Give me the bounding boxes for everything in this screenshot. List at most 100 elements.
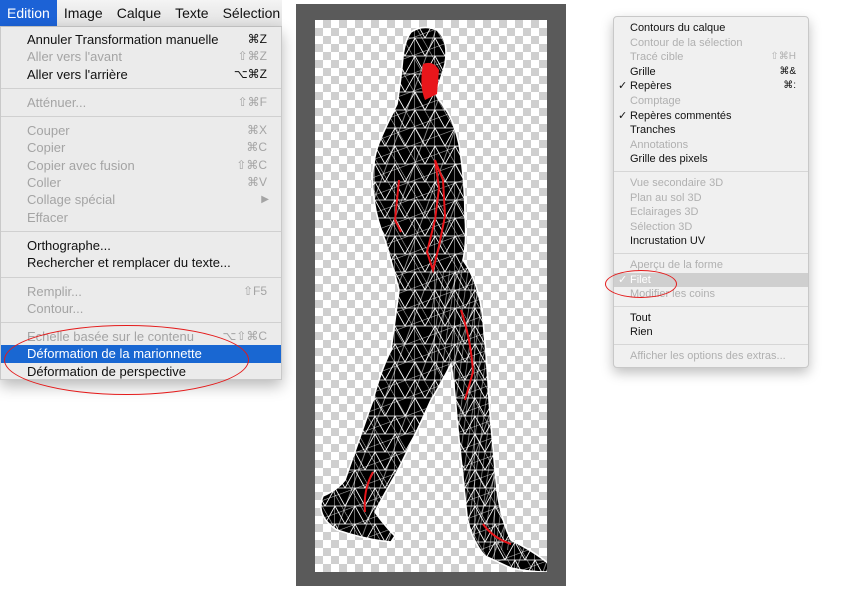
menu-item-label: Rechercher et remplacer du texte... bbox=[27, 255, 231, 271]
menu-edition[interactable]: Edition bbox=[0, 0, 57, 26]
menu-item-label: Annuler Transformation manuelle bbox=[27, 32, 219, 47]
menu-item-label: Copier bbox=[27, 140, 66, 156]
menu-item-cut[interactable]: Couper ⌘X bbox=[1, 122, 281, 139]
menu-texte[interactable]: Texte bbox=[168, 0, 215, 26]
extras-item-grid[interactable]: Grille ⌘& bbox=[614, 65, 808, 80]
shortcut: ⇧⌘F bbox=[237, 94, 267, 109]
separator bbox=[614, 252, 808, 254]
extras-item-show-options[interactable]: Afficher les options des extras... bbox=[614, 349, 808, 364]
separator bbox=[1, 230, 281, 232]
extras-item-target-path[interactable]: Tracé cible ⇧⌘H bbox=[614, 50, 808, 65]
extras-menu-dropdown: Contours du calque Contour de la sélecti… bbox=[613, 16, 809, 368]
menu-item-label: Echelle basée sur le contenu bbox=[27, 329, 194, 345]
extras-item-label: Comptage bbox=[630, 94, 681, 107]
extras-item-3d-selection[interactable]: Sélection 3D bbox=[614, 220, 808, 235]
menu-item-perspective-warp[interactable]: Déformation de perspective bbox=[1, 363, 281, 379]
extras-item-label: Grille bbox=[630, 65, 656, 78]
submenu-arrow-icon: ▶ bbox=[261, 194, 269, 206]
menu-item-copy-merged[interactable]: Copier avec fusion ⇧⌘C bbox=[1, 157, 281, 174]
extras-item-label: Vue secondaire 3D bbox=[630, 176, 724, 189]
extras-item-mesh[interactable]: ✓ Filet bbox=[614, 272, 808, 288]
extras-item-selection-edges[interactable]: Contour de la sélection bbox=[614, 36, 808, 51]
menu-calque[interactable]: Calque bbox=[110, 0, 168, 26]
puppet-mesh-figure bbox=[320, 26, 547, 572]
extras-item-guides[interactable]: ✓ Repères ⌘: bbox=[614, 79, 808, 94]
menu-item-label: Aller vers l'arrière bbox=[27, 66, 128, 82]
extras-item-shape-preview[interactable]: Aperçu de la forme bbox=[614, 258, 808, 273]
edit-menu-dropdown: Annuler Transformation manuelle ⌘Z Aller … bbox=[0, 27, 282, 380]
shortcut: ⇧⌘H bbox=[770, 51, 796, 63]
extras-item-smart-guides[interactable]: ✓ Repères commentés bbox=[614, 109, 808, 124]
menu-item-spelling[interactable]: Orthographe... bbox=[1, 237, 281, 254]
menu-item-label: Déformation de perspective bbox=[27, 363, 186, 379]
shortcut: ⌘& bbox=[779, 65, 796, 77]
menu-item-content-aware-scale[interactable]: Echelle basée sur le contenu ⌥⇧⌘C bbox=[1, 328, 281, 345]
extras-item-3d-ground-plane[interactable]: Plan au sol 3D bbox=[614, 191, 808, 206]
menu-image[interactable]: Image bbox=[57, 0, 110, 26]
shortcut: ⇧F5 bbox=[242, 283, 267, 298]
menu-item-copy[interactable]: Copier ⌘C bbox=[1, 139, 281, 156]
menu-item-label: Coller bbox=[27, 175, 61, 191]
extras-item-label: Sélection 3D bbox=[630, 220, 693, 233]
document-canvas-frame bbox=[296, 4, 566, 586]
extras-item-label: Repères bbox=[630, 80, 672, 93]
shortcut: ⇧⌘Z bbox=[237, 49, 267, 64]
extras-item-3d-secondary-view[interactable]: Vue secondaire 3D bbox=[614, 176, 808, 191]
menu-item-clear[interactable]: Effacer bbox=[1, 209, 281, 226]
extras-item-pixel-grid[interactable]: Grille des pixels bbox=[614, 152, 808, 167]
extras-item-all[interactable]: Tout bbox=[614, 311, 808, 326]
extras-item-label: Contours du calque bbox=[630, 22, 726, 34]
menu-item-paste-special[interactable]: Collage spécial ▶ bbox=[1, 191, 281, 208]
menu-item-label: Aller vers l'avant bbox=[27, 49, 122, 65]
menu-item-label: Collage spécial bbox=[27, 192, 116, 208]
extras-item-label: Incrustation UV bbox=[630, 235, 706, 248]
extras-item-count[interactable]: Comptage bbox=[614, 94, 808, 109]
transparent-canvas[interactable] bbox=[315, 20, 547, 572]
extras-item-label: Tranches bbox=[630, 124, 676, 137]
menu-item-label: Orthographe... bbox=[27, 237, 111, 253]
menu-item-step-backward[interactable]: Aller vers l'arrière ⌥⌘Z bbox=[1, 66, 281, 83]
separator bbox=[614, 343, 808, 345]
shortcut: ⌘: bbox=[783, 80, 796, 92]
separator bbox=[1, 322, 281, 324]
menu-item-label: Remplir... bbox=[27, 283, 82, 299]
extras-item-annotations[interactable]: Annotations bbox=[614, 138, 808, 153]
menu-item-label: Déformation de la marionnette bbox=[27, 346, 202, 362]
checkmark-icon: ✓ bbox=[618, 80, 628, 93]
menu-item-step-forward[interactable]: Aller vers l'avant ⇧⌘Z bbox=[1, 48, 281, 65]
separator bbox=[1, 87, 281, 89]
menu-item-paste[interactable]: Coller ⌘V bbox=[1, 174, 281, 191]
extras-item-edit-corners[interactable]: Modifier les coins bbox=[614, 287, 808, 302]
shortcut: ⌘X bbox=[246, 123, 267, 138]
extras-item-label: Contour de la sélection bbox=[630, 36, 743, 49]
extras-item-label: Annotations bbox=[630, 138, 689, 151]
shortcut: ⌘C bbox=[246, 140, 267, 155]
menu-item-fill[interactable]: Remplir... ⇧F5 bbox=[1, 283, 281, 300]
menu-item-label: Atténuer... bbox=[27, 94, 87, 110]
extras-item-layer-edges[interactable]: Contours du calque bbox=[614, 21, 808, 36]
checkmark-icon: ✓ bbox=[618, 109, 628, 122]
menu-item-puppet-warp[interactable]: Déformation de la marionnette bbox=[1, 345, 281, 363]
menu-item-fade[interactable]: Atténuer... ⇧⌘F bbox=[1, 94, 281, 111]
shortcut: ⌘V bbox=[246, 175, 267, 190]
extras-item-label: Modifier les coins bbox=[630, 288, 715, 301]
extras-item-3d-lights[interactable]: Eclairages 3D bbox=[614, 205, 808, 220]
extras-item-label: Eclairages 3D bbox=[630, 206, 699, 219]
shortcut: ⌥⌘Z bbox=[233, 66, 267, 81]
menu-selection[interactable]: Sélection bbox=[216, 0, 282, 26]
menu-item-find-replace[interactable]: Rechercher et remplacer du texte... bbox=[1, 254, 281, 271]
separator bbox=[1, 276, 281, 278]
extras-item-label: Rien bbox=[630, 326, 653, 339]
extras-item-none[interactable]: Rien bbox=[614, 325, 808, 340]
menu-item-stroke[interactable]: Contour... bbox=[1, 300, 281, 317]
shortcut: ⌘Z bbox=[247, 32, 267, 46]
extras-item-label: Afficher les options des extras... bbox=[630, 349, 786, 362]
extras-item-uv-overlay[interactable]: Incrustation UV bbox=[614, 234, 808, 249]
shortcut: ⌥⇧⌘C bbox=[222, 329, 267, 344]
menu-item-label: Copier avec fusion bbox=[27, 157, 135, 173]
extras-item-slices[interactable]: Tranches bbox=[614, 123, 808, 138]
menu-item-label: Contour... bbox=[27, 300, 84, 316]
menu-item-undo[interactable]: Annuler Transformation manuelle ⌘Z bbox=[1, 31, 281, 48]
extras-item-label: Grille des pixels bbox=[630, 153, 708, 166]
extras-item-label: Tout bbox=[630, 311, 651, 324]
